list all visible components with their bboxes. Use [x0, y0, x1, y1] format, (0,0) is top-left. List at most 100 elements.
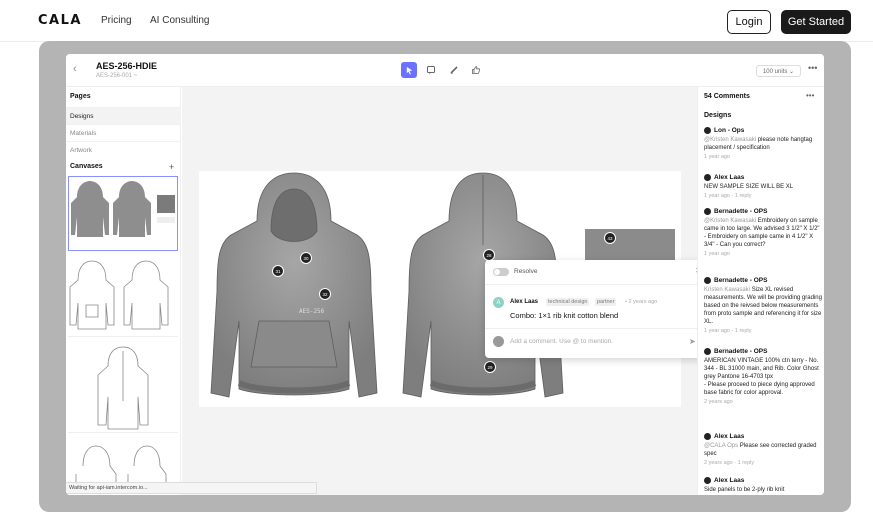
role-tag: technical design: [546, 298, 590, 306]
page-item-materials[interactable]: Materials: [66, 124, 181, 141]
canvas-thumbnail[interactable]: [68, 255, 178, 337]
avatar: [704, 208, 711, 215]
page-item-artwork[interactable]: Artwork: [66, 141, 181, 158]
comment-text: NEW SAMPLE SIZE WILL BE XL: [704, 183, 822, 191]
divider: [485, 328, 710, 329]
comment-pin[interactable]: 30: [300, 252, 312, 264]
mention[interactable]: @CALA Ops: [704, 443, 738, 449]
comment-meta: 1 year ago · 1 reply: [704, 193, 752, 199]
app-window: ‹ AES-256-HDIE AES-256-001 ~ 100 units ⌄…: [66, 54, 824, 495]
send-icon[interactable]: ➤: [689, 337, 696, 346]
comment-meta: 1 year ago: [704, 154, 730, 160]
resolve-toggle[interactable]: [493, 268, 509, 276]
site-header: CALA Pricing AI Consulting Login Get Sta…: [0, 0, 873, 42]
more-options-icon[interactable]: •••: [806, 91, 814, 100]
avatar: [704, 477, 711, 484]
comments-title: 54 Comments: [704, 93, 750, 100]
comment-text: @CALA Ops Please see corrected graded sp…: [704, 442, 822, 458]
comment-pin[interactable]: 31: [272, 265, 284, 277]
resolve-label: Resolve: [514, 268, 538, 275]
mention[interactable]: @Kristen Kawasaki: [704, 137, 756, 143]
document-subtitle[interactable]: AES-256-001 ~: [96, 73, 137, 79]
nav-pricing[interactable]: Pricing: [101, 15, 132, 26]
page-item-designs[interactable]: Designs: [66, 107, 181, 124]
comment-item[interactable]: Alex Laas @CALA Ops Please see corrected …: [704, 433, 822, 466]
avatar: [493, 336, 504, 347]
avatar: [704, 174, 711, 181]
get-started-button[interactable]: Get Started: [781, 10, 851, 34]
mention[interactable]: Kristen Kawasaki: [704, 287, 750, 293]
comment-author: Lon - Ops: [714, 127, 745, 134]
comment-header: Alex Laas: [704, 174, 822, 181]
cala-logo[interactable]: CALA: [38, 13, 82, 28]
comment-text: @Kristen Kawasaki Embroidery on sample c…: [704, 217, 822, 249]
comment-meta: 2 years ago: [704, 399, 733, 405]
comment-header: Alex Laas: [704, 433, 822, 440]
nav-ai-consulting[interactable]: AI Consulting: [150, 15, 209, 26]
approve-tool-icon[interactable]: [468, 62, 484, 78]
comment-text: Side panels to be 2-ply rib knit: [704, 486, 822, 494]
divider: [485, 284, 710, 285]
comment-author: Alex Laas: [714, 174, 745, 181]
measure-tool-icon[interactable]: [446, 62, 462, 78]
comment-meta: 1 year ago: [704, 251, 730, 257]
add-canvas-icon[interactable]: +: [169, 162, 174, 172]
svg-text:AES-256: AES-256: [299, 308, 325, 315]
comment-body: AMERICAN VINTAGE 100% ctn terry - No. 34…: [704, 358, 819, 396]
comment-header: Bernadette - OPS: [704, 208, 822, 215]
section-heading: Designs: [704, 112, 732, 119]
pages-heading: Pages: [70, 93, 91, 100]
comment-header: Alex Laas: [704, 477, 822, 484]
comment-item[interactable]: Alex Laas NEW SAMPLE SIZE WILL BE XL 1 yea…: [704, 174, 822, 199]
mention[interactable]: @Kristen Kawasaki: [704, 218, 756, 224]
avatar: [704, 433, 711, 440]
comment-popup: Resolve ✕ A Alex Laas technical design p…: [485, 260, 710, 358]
comment-text: AMERICAN VINTAGE 100% ctn terry - No. 34…: [704, 357, 822, 397]
comment-text: @Kristen Kawasaki please note hangtag pl…: [704, 136, 822, 152]
comment-author: Bernadette - OPS: [714, 348, 768, 355]
comment-author: Alex Laas: [510, 299, 539, 305]
avatar: [704, 348, 711, 355]
login-button[interactable]: Login: [727, 10, 771, 34]
app-header: ‹ AES-256-HDIE AES-256-001 ~ 100 units ⌄…: [66, 54, 824, 87]
comment-pin[interactable]: 43: [604, 232, 616, 244]
avatar: [704, 127, 711, 134]
comment-pin[interactable]: 32: [319, 288, 331, 300]
left-panel: Pages Designs Materials Artwork Canvases…: [66, 87, 181, 495]
comment-header: Lon - Ops: [704, 127, 822, 134]
document-title: AES-256-HDIE: [96, 61, 158, 71]
comment-meta: 2 years ago · 1 reply: [704, 460, 755, 466]
comment-text: Kristen Kawasaki Size XL revised measure…: [704, 286, 822, 326]
comment-body: Combo: 1×1 rib knit cotton blend: [510, 311, 619, 320]
comment-item[interactable]: Bernadette - OPS @Kristen Kawasaki Embroi…: [704, 208, 822, 257]
comment-author: Alex Laas: [714, 433, 745, 440]
comment-body: NEW SAMPLE SIZE WILL BE XL: [704, 184, 794, 190]
comment-header: Bernadette - OPS: [704, 277, 822, 284]
comment-body: Side panels to be 2-ply rib knit: [704, 487, 785, 493]
comment-pin[interactable]: 29: [484, 361, 496, 373]
annotate-tool-icon[interactable]: [423, 62, 439, 78]
avatar: [704, 277, 711, 284]
comment-author: Bernadette - OPS: [714, 277, 768, 284]
comment-author: Alex Laas: [714, 477, 745, 484]
back-chevron-icon[interactable]: ‹: [73, 63, 77, 75]
comment-header: Bernadette - OPS: [704, 348, 822, 355]
more-options-icon[interactable]: •••: [808, 63, 817, 73]
avatar: A: [493, 297, 504, 308]
comment-item[interactable]: Bernadette - OPS AMERICAN VINTAGE 100% ct…: [704, 348, 822, 405]
comment-time: • 2 years ago: [625, 299, 658, 305]
canvas-thumbnail[interactable]: [68, 176, 178, 251]
comment-item[interactable]: Bernadette - OPS Kristen Kawasaki Size XL…: [704, 277, 822, 334]
comment-item[interactable]: Alex Laas Side panels to be 2-ply rib kni…: [704, 477, 822, 494]
comments-panel: 54 Comments ••• Designs Lon - Ops @Kriste…: [697, 87, 824, 495]
status-bar: Waiting for api-iam.intercom.io...: [66, 482, 317, 494]
canvases-heading: Canvases: [70, 163, 103, 170]
units-select[interactable]: 100 units ⌄: [756, 65, 801, 77]
comment-author: Bernadette - OPS: [714, 208, 768, 215]
role-tag: partner: [595, 298, 617, 306]
canvas-thumbnail[interactable]: [68, 341, 178, 433]
comment-meta: 1 year ago · 1 reply: [704, 328, 752, 334]
comment-input[interactable]: Add a comment. Use @ to mention.: [510, 338, 613, 345]
pointer-tool-icon[interactable]: [401, 62, 417, 78]
comment-item[interactable]: Lon - Ops @Kristen Kawasaki please note h…: [704, 127, 822, 160]
